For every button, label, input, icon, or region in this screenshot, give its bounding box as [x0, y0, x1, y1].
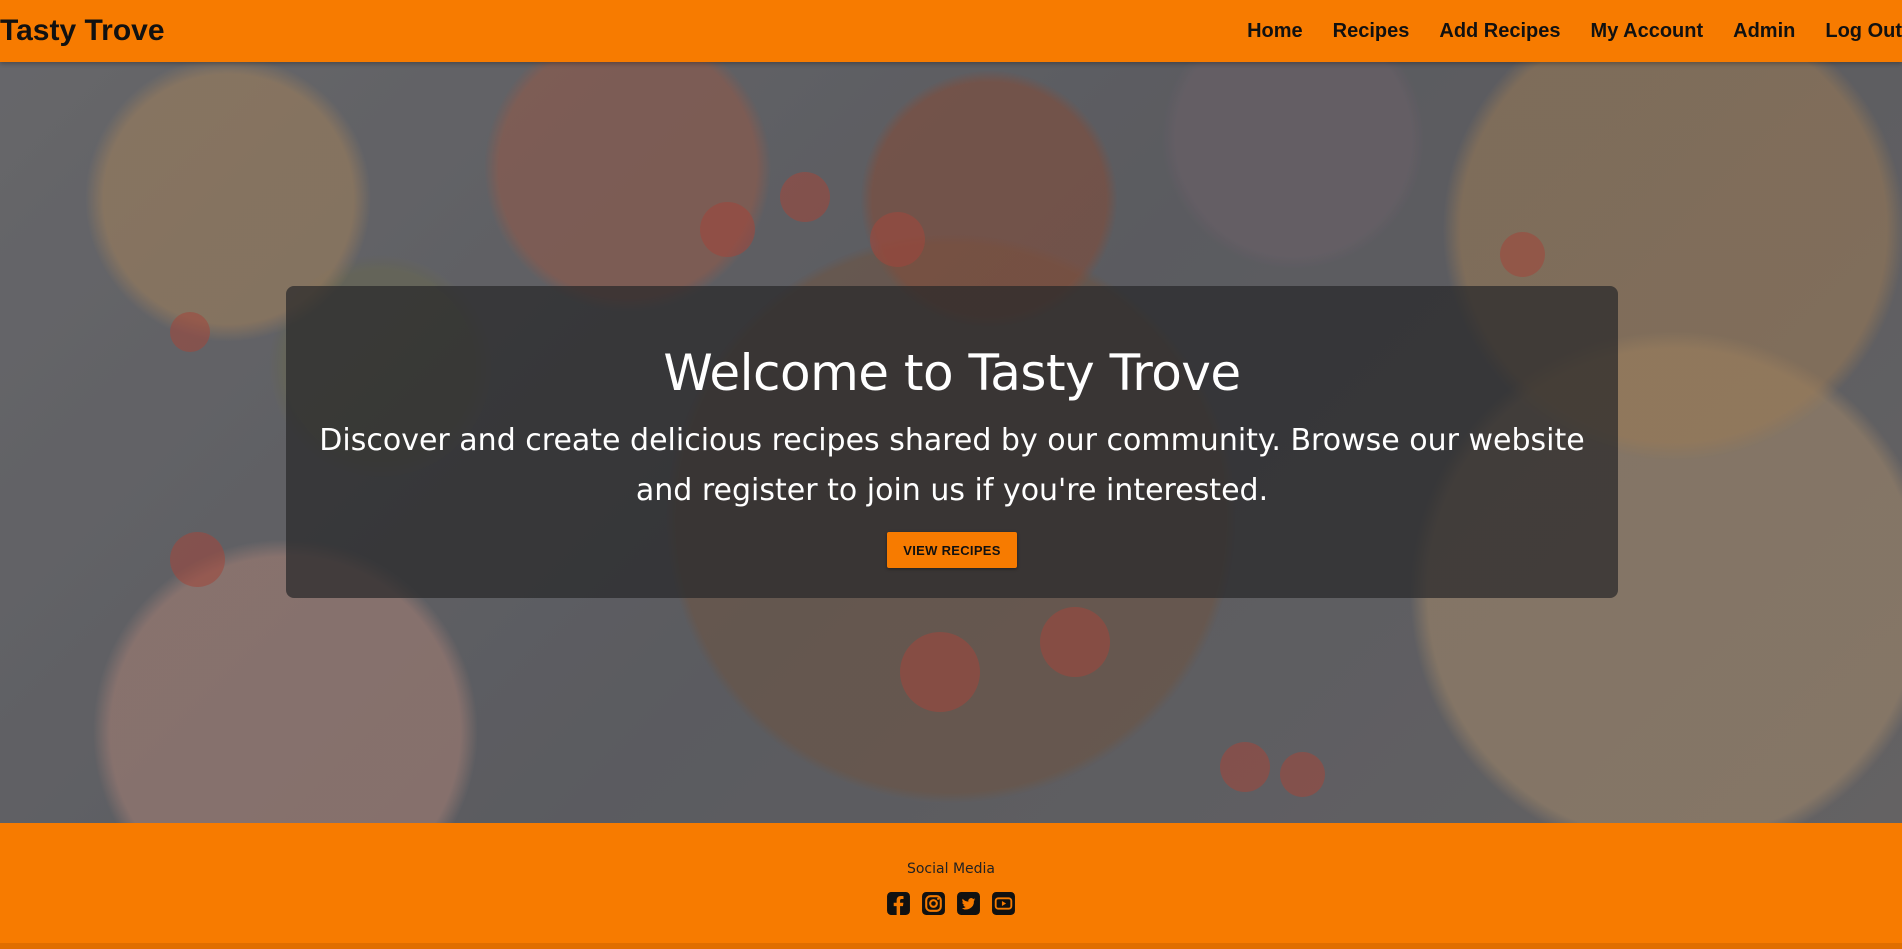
- twitter-icon[interactable]: [956, 891, 981, 916]
- hero-card: Welcome to Tasty Trove Discover and crea…: [286, 286, 1618, 598]
- navbar: Tasty Trove Home Recipes Add Recipes My …: [0, 0, 1902, 62]
- view-recipes-button[interactable]: VIEW RECIPES: [887, 532, 1017, 568]
- footer: Social Media: [0, 823, 1902, 949]
- nav-home[interactable]: Home: [1232, 20, 1318, 43]
- nav-admin[interactable]: Admin: [1718, 20, 1810, 43]
- hero-section: Welcome to Tasty Trove Discover and crea…: [0, 62, 1902, 823]
- nav-recipes[interactable]: Recipes: [1318, 20, 1425, 43]
- instagram-icon[interactable]: [921, 891, 946, 916]
- brand-logo[interactable]: Tasty Trove: [0, 14, 165, 48]
- nav-links: Home Recipes Add Recipes My Account Admi…: [1232, 20, 1902, 43]
- footer-bottom-strip: [0, 943, 1902, 949]
- youtube-icon[interactable]: [991, 891, 1016, 916]
- facebook-icon[interactable]: [886, 891, 911, 916]
- nav-my-account[interactable]: My Account: [1576, 20, 1719, 43]
- footer-title: Social Media: [906, 861, 995, 877]
- nav-log-out[interactable]: Log Out: [1810, 20, 1902, 43]
- hero-description: Discover and create delicious recipes sh…: [319, 423, 1585, 508]
- nav-add-recipes[interactable]: Add Recipes: [1424, 20, 1575, 43]
- hero-title: Welcome to Tasty Trove: [663, 344, 1241, 402]
- social-icons: [886, 891, 1016, 916]
